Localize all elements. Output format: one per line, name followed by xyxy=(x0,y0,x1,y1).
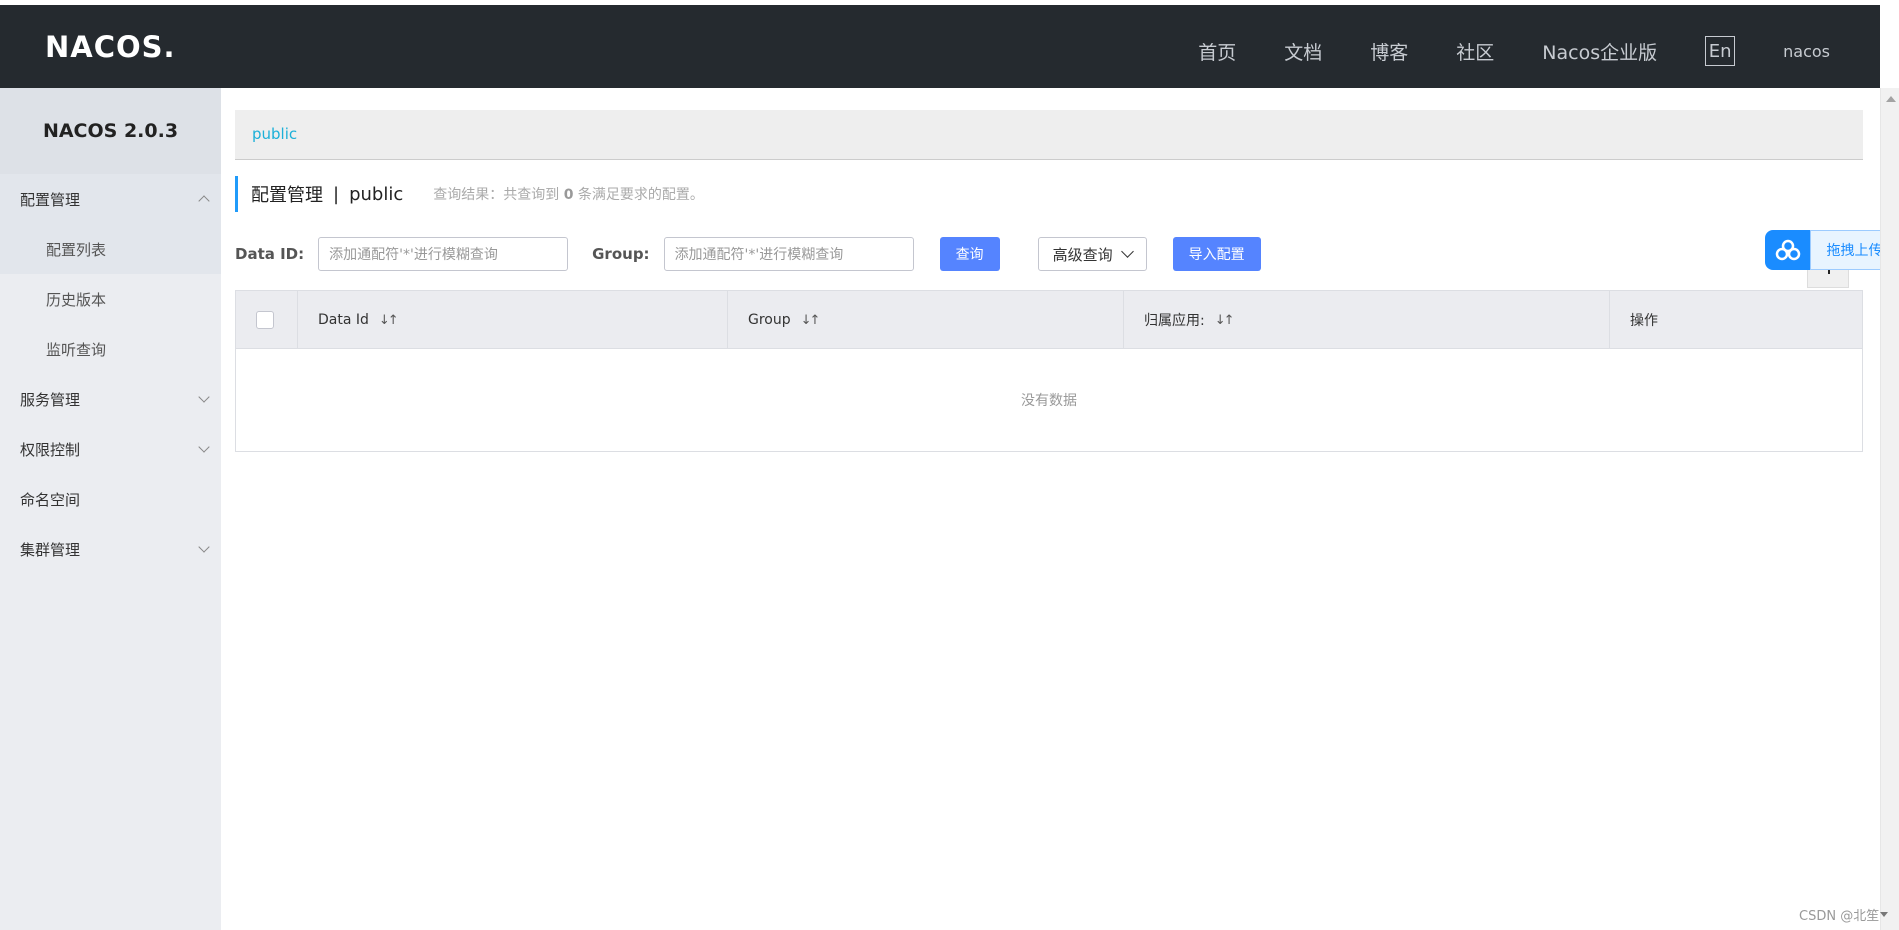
sidebar-item-cluster-management[interactable]: 集群管理 xyxy=(0,524,221,574)
column-actions: 操作 xyxy=(1610,291,1862,349)
title-separator: | xyxy=(333,183,340,205)
sidebar-item-service-management[interactable]: 服务管理 xyxy=(0,374,221,424)
result-suffix: 条满足要求的配置。 xyxy=(577,187,704,203)
sidebar-item-history[interactable]: 历史版本 xyxy=(0,274,221,324)
import-config-button[interactable]: 导入配置 xyxy=(1172,237,1261,271)
nacos-logo[interactable]: NACOS. xyxy=(45,30,176,64)
data-id-placeholder: 添加通配符'*'进行模糊查询 xyxy=(329,247,498,263)
vertical-scrollbar[interactable] xyxy=(1880,88,1899,930)
result-prefix: 查询结果：共查询到 xyxy=(433,187,560,203)
table-empty-state: 没有数据 xyxy=(1021,393,1077,409)
query-button[interactable]: 查询 xyxy=(939,237,1000,271)
version-label: NACOS 2.0.3 xyxy=(0,88,221,174)
top-header: NACOS. 首页 文档 博客 社区 Nacos企业版 En nacos xyxy=(0,5,1880,88)
sidebar: NACOS 2.0.3 配置管理 配置列表 历史版本 监听查询 服务管理 权限控… xyxy=(0,88,221,930)
page-title: 配置管理 xyxy=(251,185,323,206)
namespace-tab-public[interactable]: public xyxy=(252,125,297,143)
nav-community[interactable]: 社区 xyxy=(1456,38,1494,65)
logo-text: NACOS. xyxy=(45,30,176,64)
sidebar-item-label: 集群管理 xyxy=(20,540,81,559)
drag-upload-widget[interactable]: 拖拽上传 xyxy=(1765,230,1899,270)
sidebar-item-access-control[interactable]: 权限控制 xyxy=(0,424,221,474)
sidebar-item-label: 配置管理 xyxy=(20,190,81,209)
user-menu[interactable]: nacos xyxy=(1783,42,1830,61)
scroll-up-icon[interactable] xyxy=(1886,96,1896,102)
config-table: Data Id ↓↑ Group ↓↑ 归属应用: ↓↑ 操作 没有数据 xyxy=(235,290,1863,452)
sort-icon[interactable]: ↓↑ xyxy=(1215,313,1235,328)
caret-down-icon xyxy=(1880,912,1888,917)
sidebar-item-label: 权限控制 xyxy=(20,440,81,459)
nav-docs[interactable]: 文档 xyxy=(1284,38,1322,65)
sidebar-item-label: 服务管理 xyxy=(20,390,81,409)
filter-row: Data ID: 添加通配符'*'进行模糊查询 Group: 添加通配符'*'进… xyxy=(235,236,1875,272)
column-label: Group xyxy=(748,312,791,328)
chevron-down-icon xyxy=(198,441,210,453)
chevron-down-icon xyxy=(1120,245,1134,258)
advanced-query-label: 高级查询 xyxy=(1052,245,1113,264)
column-label: Data Id xyxy=(318,312,369,328)
chevron-up-icon xyxy=(198,195,210,207)
select-all-checkbox[interactable] xyxy=(256,311,274,329)
advanced-query-button[interactable]: 高级查询 xyxy=(1037,237,1147,271)
sidebar-item-config-list[interactable]: 配置列表 xyxy=(0,224,221,274)
nav-home[interactable]: 首页 xyxy=(1198,38,1236,65)
column-label: 操作 xyxy=(1630,313,1658,329)
sidebar-item-namespace[interactable]: 命名空间 xyxy=(0,474,221,524)
sidebar-item-label: 配置列表 xyxy=(46,240,107,259)
title-namespace: public xyxy=(349,183,404,205)
sort-icon[interactable]: ↓↑ xyxy=(379,313,399,328)
nav-blog[interactable]: 博客 xyxy=(1370,38,1408,65)
sidebar-item-label: 命名空间 xyxy=(20,490,81,509)
sidebar-item-label: 监听查询 xyxy=(46,340,107,359)
sidebar-item-label: 历史版本 xyxy=(46,290,107,309)
sidebar-item-listener-query[interactable]: 监听查询 xyxy=(0,324,221,374)
chevron-down-icon xyxy=(198,391,210,403)
watermark: CSDN @北笙 xyxy=(1799,909,1880,924)
group-placeholder: 添加通配符'*'进行模糊查询 xyxy=(674,247,844,263)
column-app: 归属应用: ↓↑ xyxy=(1124,291,1610,349)
page-title-row: 配置管理 | public 查询结果：共查询到 0 条满足要求的配置。 xyxy=(235,176,704,212)
result-count: 0 xyxy=(563,187,574,203)
data-id-input[interactable]: 添加通配符'*'进行模糊查询 xyxy=(318,237,569,271)
data-id-label: Data ID: xyxy=(235,245,305,263)
chevron-down-icon xyxy=(198,541,210,553)
nav-enterprise[interactable]: Nacos企业版 xyxy=(1542,38,1657,65)
query-result-summary: 查询结果：共查询到 0 条满足要求的配置。 xyxy=(433,184,704,204)
column-label: 归属应用: xyxy=(1144,313,1205,329)
namespace-bar: public xyxy=(235,110,1863,160)
table-header: Data Id ↓↑ Group ↓↑ 归属应用: ↓↑ 操作 xyxy=(236,291,1862,349)
group-input[interactable]: 添加通配符'*'进行模糊查询 xyxy=(663,237,914,271)
select-all-cell xyxy=(236,291,298,349)
group-label: Group: xyxy=(592,245,650,263)
sort-icon[interactable]: ↓↑ xyxy=(801,313,821,328)
top-nav: 首页 文档 博客 社区 Nacos企业版 En nacos xyxy=(1198,33,1880,69)
main-content: public 配置管理 | public 查询结果：共查询到 0 条满足要求的配… xyxy=(221,88,1880,930)
column-group: Group ↓↑ xyxy=(728,291,1124,349)
sidebar-item-config-management[interactable]: 配置管理 xyxy=(0,174,221,224)
language-switch-button[interactable]: En xyxy=(1705,36,1736,66)
cloud-icon xyxy=(1765,230,1810,270)
column-data-id: Data Id ↓↑ xyxy=(298,291,728,349)
